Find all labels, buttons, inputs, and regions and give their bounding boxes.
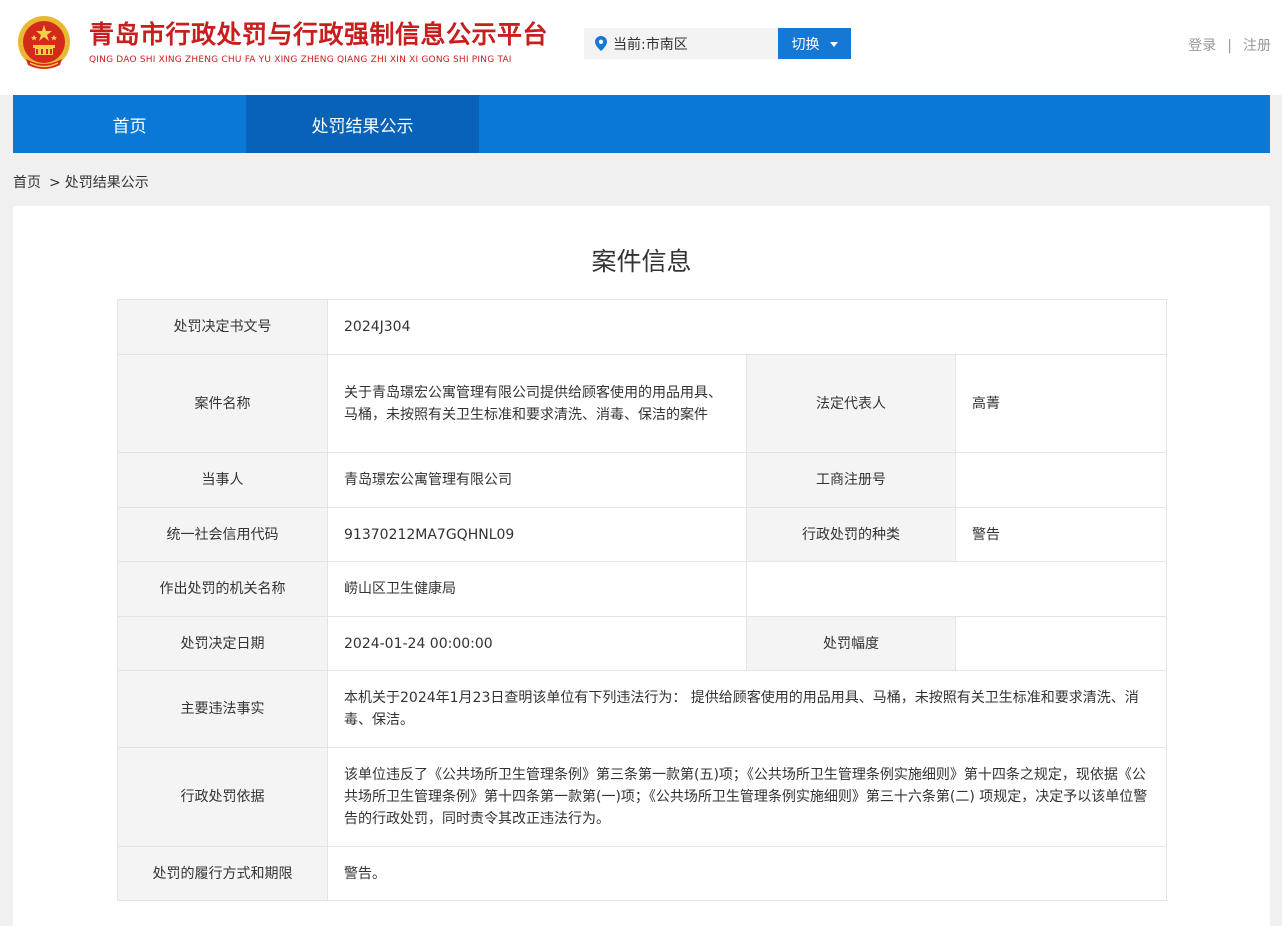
switch-region-button[interactable]: 切换 <box>778 28 851 59</box>
breadcrumb-separator: > <box>49 175 61 191</box>
case-info-panel: 案件信息 处罚决定书文号 2024J304 案件名称 关于青岛璟宏公寓管理有限公… <box>13 206 1270 926</box>
performance-label: 处罚的履行方式和期限 <box>117 846 328 901</box>
site-header: 青岛市行政处罚与行政强制信息公示平台 QING DAO SHI XING ZHE… <box>0 0 1282 95</box>
penalty-range-label: 处罚幅度 <box>746 616 956 671</box>
biz-reg-label: 工商注册号 <box>746 452 956 508</box>
table-row: 统一社会信用代码 91370212MA7GQHNL09 行政处罚的种类 警告 <box>117 507 1168 562</box>
table-row: 作出处罚的机关名称 崂山区卫生健康局 <box>117 561 1168 617</box>
legal-rep-value: 高菁 <box>954 354 1168 453</box>
table-row: 案件名称 关于青岛璟宏公寓管理有限公司提供给顾客使用的用品用具、马桶，未按照有关… <box>117 354 1168 453</box>
login-link[interactable]: 登录 <box>1188 38 1216 54</box>
page-title: 案件信息 <box>591 247 692 276</box>
penalty-range-value <box>954 616 1168 671</box>
legal-rep-label: 法定代表人 <box>746 354 956 453</box>
party-label: 当事人 <box>117 452 328 508</box>
table-row: 当事人 青岛璟宏公寓管理有限公司 工商注册号 <box>117 452 1168 508</box>
location-text: 当前:市南区 <box>613 36 688 53</box>
case-name-value: 关于青岛璟宏公寓管理有限公司提供给顾客使用的用品用具、马桶，未按照有关卫生标准和… <box>327 354 747 453</box>
main-nav: 首页 处罚结果公示 <box>13 95 1270 153</box>
table-row: 行政处罚依据 该单位违反了《公共场所卫生管理条例》第三条第一款第(五)项；《公共… <box>117 747 1168 847</box>
table-row: 处罚决定日期 2024-01-24 00:00:00 处罚幅度 <box>117 616 1168 671</box>
party-value: 青岛璟宏公寓管理有限公司 <box>327 452 747 508</box>
nav-item-penalty-results[interactable]: 处罚结果公示 <box>246 95 479 153</box>
register-link[interactable]: 注册 <box>1243 38 1271 54</box>
basis-label: 行政处罚依据 <box>117 747 328 847</box>
penalty-type-label: 行政处罚的种类 <box>746 507 956 562</box>
current-location: 当前:市南区 <box>584 28 778 59</box>
decision-date-value: 2024-01-24 00:00:00 <box>327 616 747 671</box>
authority-label: 作出处罚的机关名称 <box>117 561 328 617</box>
breadcrumb: 首页 > 处罚结果公示 <box>13 172 149 192</box>
empty-cell <box>745 561 1168 617</box>
facts-label: 主要违法事实 <box>117 670 328 748</box>
decision-no-value: 2024J304 <box>326 299 1168 355</box>
performance-value: 警告。 <box>326 846 1168 901</box>
site-subtitle: QING DAO SHI XING ZHENG CHU FA YU XING Z… <box>89 55 512 65</box>
credit-code-value: 91370212MA7GQHNL09 <box>327 507 747 562</box>
decision-date-label: 处罚决定日期 <box>117 616 328 671</box>
site-title: 青岛市行政处罚与行政强制信息公示平台 <box>89 20 549 49</box>
auth-separator: | <box>1227 38 1232 54</box>
penalty-type-value: 警告 <box>954 507 1168 562</box>
biz-reg-value <box>954 452 1168 508</box>
breadcrumb-current[interactable]: 处罚结果公示 <box>65 175 149 191</box>
breadcrumb-home[interactable]: 首页 <box>13 175 41 191</box>
decision-no-label: 处罚决定书文号 <box>117 299 328 355</box>
table-row: 主要违法事实 本机关于2024年1月23日查明该单位有下列违法行为： 提供给顾客… <box>117 670 1168 748</box>
basis-value: 该单位违反了《公共场所卫生管理条例》第三条第一款第(五)项；《公共场所卫生管理条… <box>326 747 1168 847</box>
nav-item-home[interactable]: 首页 <box>13 95 246 153</box>
caret-down-icon <box>829 42 838 47</box>
table-row: 处罚决定书文号 2024J304 <box>117 299 1168 355</box>
location-pin-icon <box>595 36 607 51</box>
authority-value: 崂山区卫生健康局 <box>327 561 747 617</box>
switch-region-label: 切换 <box>791 36 820 53</box>
facts-value: 本机关于2024年1月23日查明该单位有下列违法行为： 提供给顾客使用的用品用具… <box>326 670 1168 748</box>
auth-links: 登录 | 注册 <box>1188 35 1271 55</box>
national-emblem-logo <box>18 16 70 69</box>
table-row: 处罚的履行方式和期限 警告。 <box>117 846 1168 901</box>
case-name-label: 案件名称 <box>117 354 328 453</box>
case-info-table: 处罚决定书文号 2024J304 案件名称 关于青岛璟宏公寓管理有限公司提供给顾… <box>117 299 1168 901</box>
credit-code-label: 统一社会信用代码 <box>117 507 328 562</box>
